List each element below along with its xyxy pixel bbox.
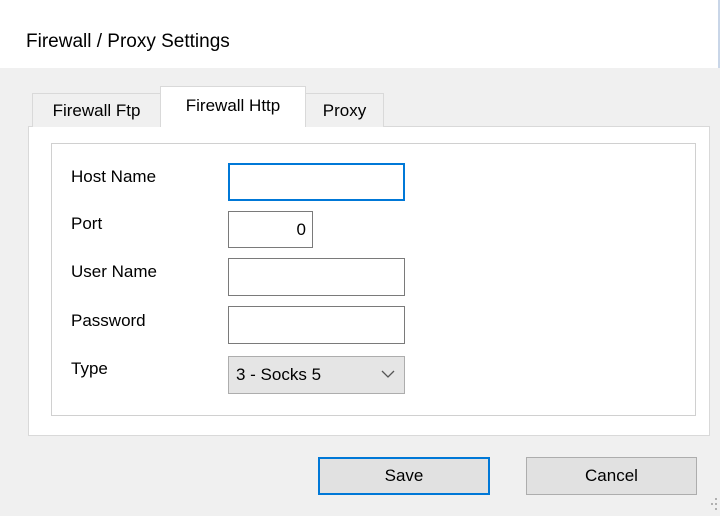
resize-grip-icon[interactable] [708,496,718,514]
user-name-label: User Name [71,262,157,281]
firewall-proxy-settings-dialog: Firewall / Proxy Settings Firewall Ftp P… [0,0,720,516]
host-name-label: Host Name [71,167,157,186]
dialog-title: Firewall / Proxy Settings [26,31,230,52]
password-label: Password [71,311,146,330]
port-input[interactable] [228,211,313,248]
tab-proxy[interactable]: Proxy [305,93,384,127]
save-button[interactable]: Save [318,457,490,495]
type-select[interactable]: 3 - Socks 5 [228,356,405,394]
tab-firewall-http[interactable]: Firewall Http [160,86,306,127]
type-select-value: 3 - Socks 5 [236,365,322,384]
cancel-button[interactable]: Cancel [526,457,697,495]
chevron-down-icon[interactable] [380,366,396,382]
password-input[interactable] [228,306,405,344]
type-label: Type [71,359,108,378]
user-name-input[interactable] [228,258,405,296]
dialog-titlebar: Firewall / Proxy Settings [0,0,720,68]
tab-firewall-ftp[interactable]: Firewall Ftp [32,93,161,127]
host-name-input[interactable] [228,163,405,201]
port-label: Port [71,214,103,233]
